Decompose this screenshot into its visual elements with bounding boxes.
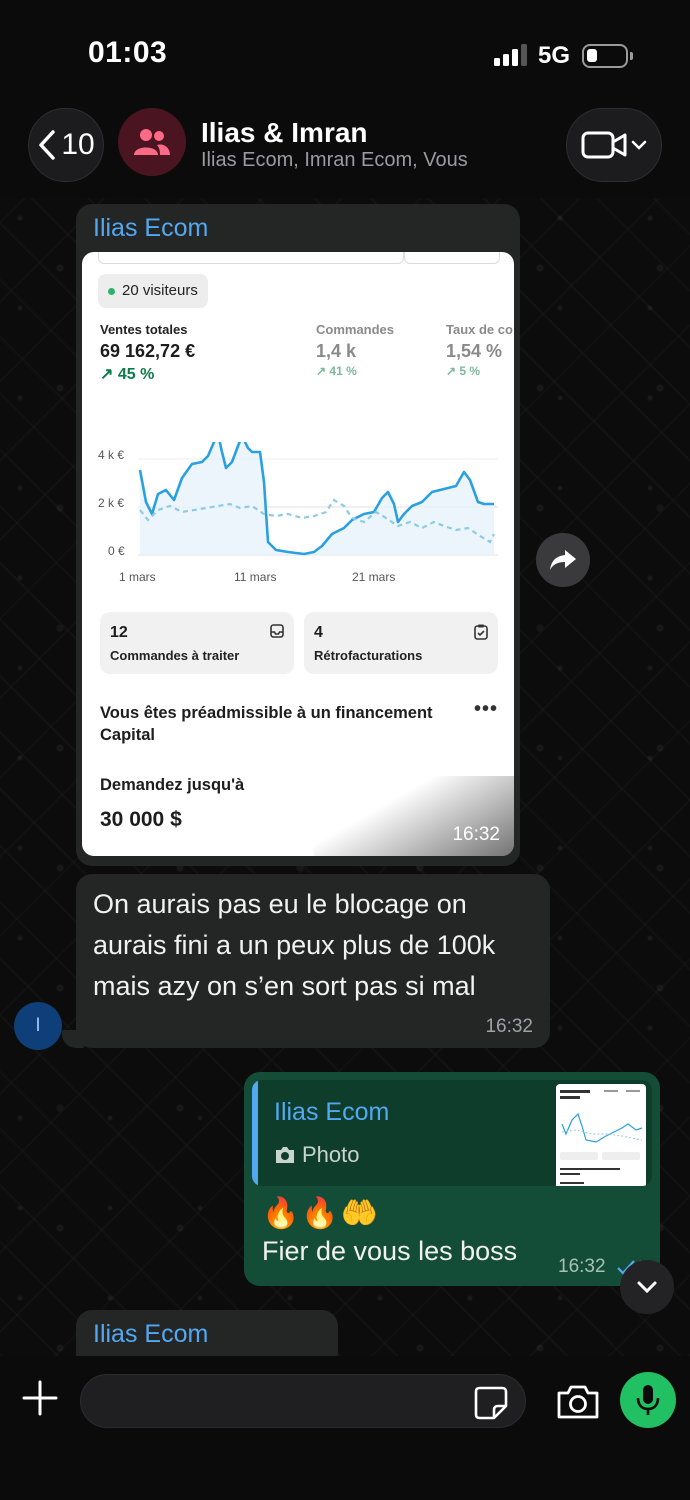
metric-value: 1,4 k xyxy=(316,341,357,361)
network-type: 5G xyxy=(538,42,571,69)
forward-icon xyxy=(550,550,576,570)
metric-value: 69 162,72 € xyxy=(100,341,196,361)
camera-icon[interactable] xyxy=(556,1384,600,1420)
text-message[interactable]: On aurais pas eu le blocage on aurais fi… xyxy=(76,874,550,1048)
quoted-thumbnail xyxy=(556,1084,646,1186)
sender-avatar[interactable]: I xyxy=(14,1002,62,1050)
metric-change: ↗ 41 % xyxy=(316,364,357,378)
sticker-icon[interactable] xyxy=(474,1386,508,1420)
shared-screenshot[interactable]: 20 visiteurs Ventes totales 69 162,72 € … xyxy=(82,252,514,856)
metric-total-sales: Ventes totales 69 162,72 € ↗ 45 % xyxy=(100,322,195,384)
reply-text: Fier de vous les boss xyxy=(262,1236,518,1266)
message-time: 16:32 xyxy=(558,1256,606,1277)
message-input[interactable] xyxy=(80,1374,526,1428)
visitors-badge: 20 visiteurs xyxy=(98,274,208,308)
metric-label: Taux de co xyxy=(446,322,513,337)
quoted-sender: Ilias Ecom xyxy=(274,1098,390,1126)
plus-icon[interactable] xyxy=(22,1380,58,1416)
card-caption: Commandes à traiter xyxy=(110,648,240,663)
card-caption: Rétrofacturations xyxy=(314,648,423,663)
clipped-element xyxy=(98,252,404,264)
input-bar xyxy=(0,1356,690,1500)
back-button[interactable]: 10 xyxy=(28,108,104,182)
metric-value: 1,54 % xyxy=(446,341,503,361)
reply-emojis: 🔥🔥🤲 xyxy=(262,1197,381,1230)
chargebacks-card: 4 Rétrofacturations xyxy=(304,612,498,674)
more-icon: ••• xyxy=(474,698,499,720)
chevron-down-icon xyxy=(637,1281,657,1294)
quote-bar xyxy=(252,1080,258,1186)
video-camera-icon xyxy=(581,131,627,159)
status-time: 01:03 xyxy=(88,36,168,69)
group-icon xyxy=(134,129,170,155)
message-sender[interactable]: Ilias Ecom xyxy=(93,214,208,243)
financing-amount: 30 000 $ xyxy=(100,808,182,831)
y-tick-label: 4 k € xyxy=(98,448,125,462)
metric-label: Ventes totales xyxy=(100,322,188,337)
scroll-to-bottom-button[interactable] xyxy=(620,1260,674,1314)
microphone-icon xyxy=(636,1385,660,1415)
inbox-icon xyxy=(270,624,284,638)
ask-label: Demandez jusqu'à xyxy=(100,776,245,794)
microphone-button[interactable] xyxy=(620,1372,676,1428)
battery-icon xyxy=(582,44,633,68)
metric-label: Commandes xyxy=(316,322,395,337)
group-avatar[interactable] xyxy=(118,108,186,176)
group-name[interactable]: Ilias & Imran xyxy=(201,117,368,149)
image-message[interactable]: Ilias Ecom 20 visiteurs Ventes totales 6… xyxy=(76,204,520,866)
quoted-message[interactable]: Ilias Ecom Photo xyxy=(252,1080,652,1186)
orders-to-process-card: 12 Commandes à traiter xyxy=(100,612,294,674)
message-time: 16:32 xyxy=(452,824,500,845)
signal-icon xyxy=(494,44,528,66)
forward-button[interactable] xyxy=(536,533,590,587)
status-bar: 01:03 5G xyxy=(0,0,690,100)
thumbnail-preview xyxy=(560,1090,643,1184)
x-tick-label: 11 mars xyxy=(234,570,277,584)
message-time: 16:32 xyxy=(485,1016,533,1037)
sales-chart: 4 k € 2 k € 0 € 1 mars 11 mars 21 mars xyxy=(82,442,514,592)
quoted-type: Photo xyxy=(274,1142,360,1168)
video-call-button[interactable] xyxy=(566,108,662,182)
reply-message[interactable]: Ilias Ecom Photo 🔥🔥🤲 Fier de vous les bo… xyxy=(244,1072,660,1286)
financing-title: Vous êtes préadmissible à un financement… xyxy=(100,704,433,744)
card-number: 12 xyxy=(110,624,128,641)
clipboard-check-icon xyxy=(474,624,488,640)
metric-conversion: Taux de co 1,54 % ↗ 5 % xyxy=(446,322,513,378)
metric-change: ↗ 5 % xyxy=(446,364,481,378)
metric-change: ↗ 45 % xyxy=(100,366,155,383)
group-members[interactable]: Ilias Ecom, Imran Ecom, Vous xyxy=(201,149,468,172)
chevron-left-icon xyxy=(39,130,56,160)
y-tick-label: 0 € xyxy=(108,544,125,558)
metric-orders: Commandes 1,4 k ↗ 41 % xyxy=(316,322,394,378)
clipped-element xyxy=(404,252,500,264)
message-body: On aurais pas eu le blocage on aurais fi… xyxy=(93,889,496,1001)
chevron-down-icon xyxy=(631,140,647,150)
camera-icon xyxy=(276,1147,294,1163)
unread-count: 10 xyxy=(61,128,95,161)
y-tick-label: 2 k € xyxy=(98,496,125,510)
card-number: 4 xyxy=(314,624,323,641)
chat-header: 10 Ilias & Imran Ilias Ecom, Imran Ecom,… xyxy=(0,100,690,198)
x-tick-label: 21 mars xyxy=(352,570,396,584)
quoted-type-label: Photo xyxy=(302,1142,360,1167)
x-tick-label: 1 mars xyxy=(119,570,156,584)
message-sender[interactable]: Ilias Ecom xyxy=(93,1320,208,1349)
